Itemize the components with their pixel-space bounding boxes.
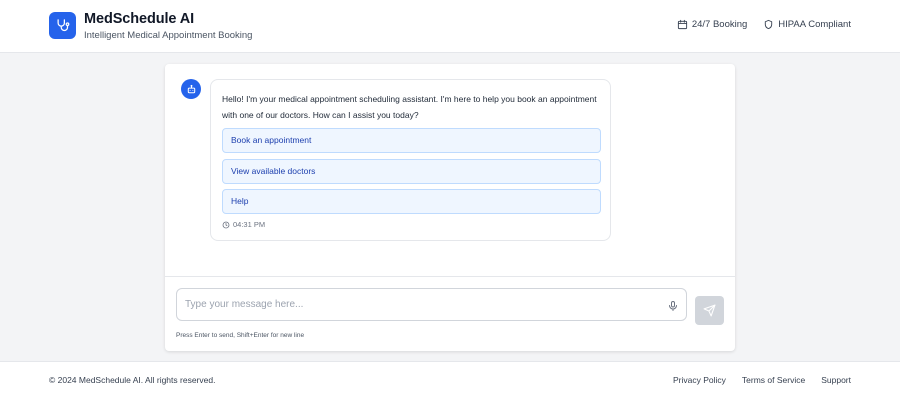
- quick-reply-book-appointment[interactable]: Book an appointment: [222, 128, 601, 153]
- privacy-policy-link[interactable]: Privacy Policy: [673, 375, 726, 385]
- terms-of-service-link[interactable]: Terms of Service: [742, 375, 805, 385]
- bot-message: Hello! I'm your medical appointment sche…: [210, 79, 611, 241]
- quick-reply-view-doctors[interactable]: View available doctors: [222, 159, 601, 184]
- message-list[interactable]: Hello! I'm your medical appointment sche…: [165, 64, 735, 276]
- message-timestamp: 04:31 PM: [222, 220, 265, 229]
- booking-badge-label: 24/7 Booking: [691, 19, 748, 30]
- header-badges: 24/7 Booking HIPAA Compliant: [677, 19, 851, 30]
- booking-badge: 24/7 Booking: [677, 19, 747, 30]
- support-link[interactable]: Support: [821, 375, 851, 385]
- app-subtitle: Intelligent Medical Appointment Booking: [84, 30, 253, 41]
- app-title: MedSchedule AI: [84, 11, 195, 27]
- stethoscope-icon: [49, 12, 76, 39]
- shield-icon: [765, 19, 773, 30]
- message-input[interactable]: [185, 289, 655, 320]
- hipaa-badge: HIPAA Compliant: [763, 19, 851, 30]
- copyright-text: © 2024 MedSchedule AI. All rights reserv…: [49, 375, 216, 385]
- send-button[interactable]: [695, 296, 724, 325]
- microphone-icon[interactable]: [667, 299, 679, 317]
- robot-icon: [181, 79, 201, 99]
- composer: Press Enter to send, Shift+Enter for new…: [165, 276, 735, 351]
- app-footer: © 2024 MedSchedule AI. All rights reserv…: [0, 361, 900, 393]
- hipaa-badge-label: HIPAA Compliant: [778, 19, 851, 30]
- calendar-icon: [677, 19, 687, 30]
- app-header: MedSchedule AI Intelligent Medical Appoi…: [0, 0, 900, 53]
- footer-links: Privacy Policy Terms of Service Support: [673, 375, 851, 385]
- bot-message-text: Hello! I'm your medical appointment sche…: [222, 94, 597, 120]
- send-icon: [703, 304, 716, 317]
- quick-reply-help[interactable]: Help: [222, 189, 601, 214]
- chat-panel: Hello! I'm your medical appointment sche…: [165, 64, 735, 351]
- message-time: 04:31 PM: [233, 220, 266, 229]
- message-input-wrapper: [176, 288, 687, 321]
- clock-icon: [222, 221, 230, 228]
- input-hint: Press Enter to send, Shift+Enter for new…: [176, 332, 305, 339]
